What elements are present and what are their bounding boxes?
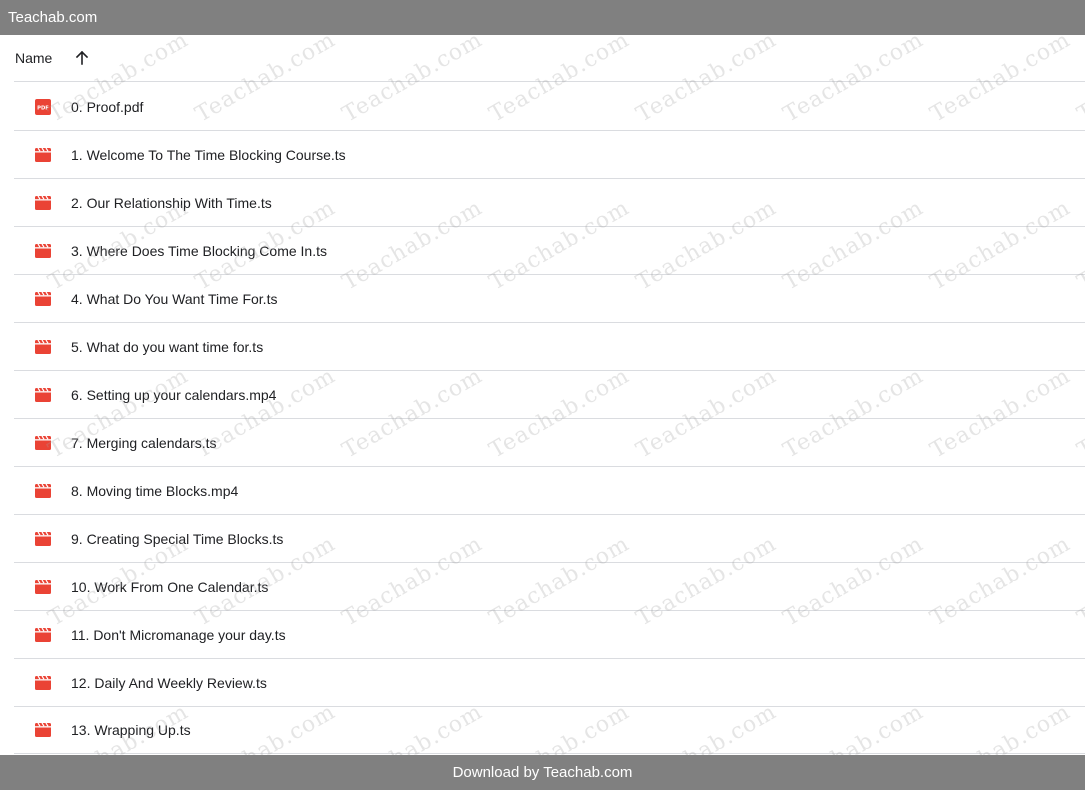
arrow-up-icon[interactable]: [74, 50, 90, 66]
file-name: 8. Moving time Blocks.mp4: [71, 482, 239, 499]
file-name: 6. Setting up your calendars.mp4: [71, 386, 277, 403]
file-name: 4. What Do You Want Time For.ts: [71, 290, 278, 307]
list-header: Name: [14, 35, 1085, 82]
file-name: 7. Merging calendars.ts: [71, 434, 217, 451]
video-icon: [35, 435, 51, 451]
file-name: 11. Don't Micromanage your day.ts: [71, 626, 286, 643]
file-row[interactable]: 1. Welcome To The Time Blocking Course.t…: [14, 131, 1085, 179]
file-row[interactable]: 8. Moving time Blocks.mp4: [14, 467, 1085, 515]
video-icon: [35, 722, 51, 738]
file-name: 13. Wrapping Up.ts: [71, 722, 191, 738]
file-name: 1. Welcome To The Time Blocking Course.t…: [71, 146, 346, 163]
file-name: 2. Our Relationship With Time.ts: [71, 194, 272, 211]
name-column-header[interactable]: Name: [15, 50, 52, 66]
file-row[interactable]: 12. Daily And Weekly Review.ts: [14, 659, 1085, 707]
file-name: 3. Where Does Time Blocking Come In.ts: [71, 242, 327, 259]
video-icon: [35, 483, 51, 499]
file-row[interactable]: 6. Setting up your calendars.mp4: [14, 371, 1085, 419]
file-row[interactable]: 5. What do you want time for.ts: [14, 323, 1085, 371]
video-icon: [35, 195, 51, 211]
file-name: 9. Creating Special Time Blocks.ts: [71, 530, 284, 547]
file-row[interactable]: 2. Our Relationship With Time.ts: [14, 179, 1085, 227]
file-row[interactable]: 9. Creating Special Time Blocks.ts: [14, 515, 1085, 563]
video-icon: [35, 579, 51, 595]
video-icon: [35, 291, 51, 307]
video-icon: [35, 339, 51, 355]
pdf-icon: PDF: [35, 98, 51, 115]
file-row[interactable]: 13. Wrapping Up.ts: [14, 707, 1085, 754]
svg-text:PDF: PDF: [37, 105, 49, 111]
file-name: 5. What do you want time for.ts: [71, 338, 264, 355]
file-row[interactable]: 4. What Do You Want Time For.ts: [14, 275, 1085, 323]
file-row[interactable]: 7. Merging calendars.ts: [14, 419, 1085, 467]
video-icon: [35, 675, 51, 691]
window-title: Teachab.com: [8, 9, 98, 26]
file-name: 10. Work From One Calendar.ts: [71, 578, 269, 595]
footer-text: Download by Teachab.com: [452, 764, 633, 781]
download-footer: Download by Teachab.com: [0, 755, 1085, 790]
file-row[interactable]: 3. Where Does Time Blocking Come In.ts: [14, 227, 1085, 275]
video-icon: [35, 243, 51, 259]
video-icon: [35, 627, 51, 643]
video-icon: [35, 531, 51, 547]
video-icon: [35, 147, 51, 163]
window-title-bar: Teachab.com: [0, 0, 1085, 35]
video-icon: [35, 387, 51, 403]
file-row[interactable]: 11. Don't Micromanage your day.ts: [14, 611, 1085, 659]
file-row[interactable]: 10. Work From One Calendar.ts: [14, 563, 1085, 611]
file-name: 12. Daily And Weekly Review.ts: [71, 674, 267, 691]
file-name: 0. Proof.pdf: [71, 98, 144, 115]
file-list: PDF 0. Proof.pdf 1. Welcome To The Time Bl…: [14, 83, 1085, 754]
file-row[interactable]: PDF 0. Proof.pdf: [14, 83, 1085, 131]
